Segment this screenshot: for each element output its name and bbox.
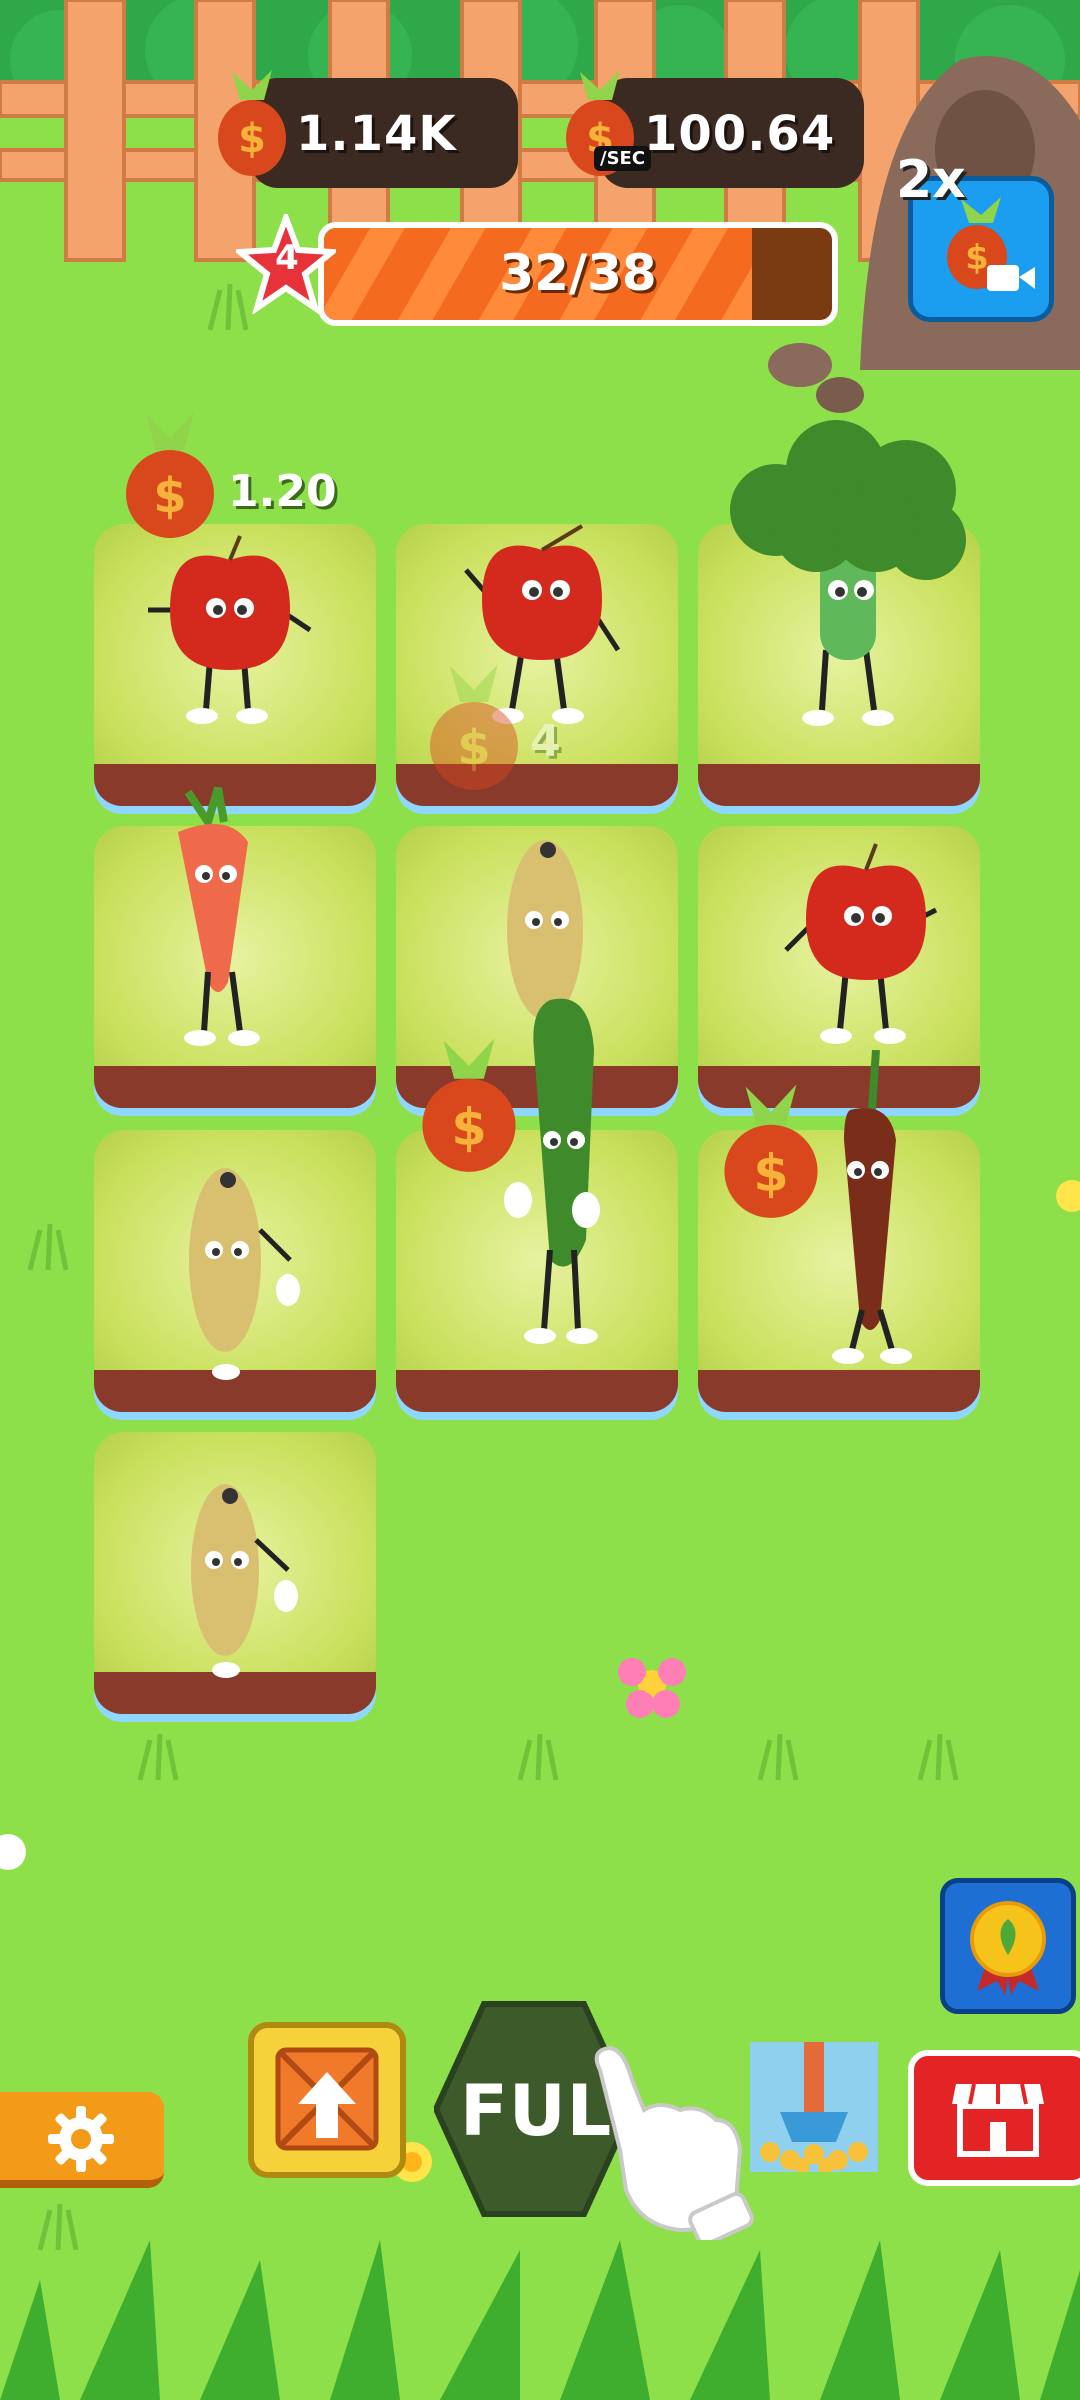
carrot-character[interactable] bbox=[148, 782, 278, 1052]
money-bag-icon: $ bbox=[724, 1084, 818, 1218]
apple-character[interactable] bbox=[140, 530, 320, 730]
ad-game-image-icon bbox=[750, 2042, 878, 2172]
level-progress-text: 32/38 bbox=[499, 244, 657, 302]
video-camera-icon bbox=[987, 265, 1035, 291]
crate-upgrade-icon bbox=[275, 2047, 379, 2151]
broccoli-character[interactable] bbox=[716, 420, 976, 740]
potato-character[interactable] bbox=[170, 1470, 300, 1690]
income-value: 100.64 bbox=[644, 106, 836, 162]
award-button[interactable] bbox=[940, 1878, 1076, 2014]
tutorial-hand-icon bbox=[594, 2045, 754, 2240]
sponsored-ad-thumbnail[interactable] bbox=[750, 2042, 878, 2172]
svg-text:$: $ bbox=[153, 468, 186, 524]
svg-text:$: $ bbox=[238, 116, 266, 162]
apple-character[interactable] bbox=[776, 830, 956, 1050]
money-bag-icon: $ bbox=[126, 412, 214, 538]
svg-text:$: $ bbox=[753, 1143, 788, 1202]
money-bag-icon: $ bbox=[218, 70, 286, 176]
coins-value: 1.14K bbox=[296, 106, 457, 162]
level-progress-bar: 32/38 bbox=[318, 222, 838, 326]
money-bag-icon: $ bbox=[422, 1038, 516, 1172]
award-icon bbox=[970, 1901, 1046, 1995]
level-number: 4 bbox=[275, 238, 299, 278]
potato-character[interactable] bbox=[170, 1150, 300, 1390]
boost-multiplier-label: 2x bbox=[896, 150, 966, 210]
money-bag-faded-icon: $ bbox=[430, 664, 518, 790]
settings-button[interactable] bbox=[0, 2092, 164, 2188]
earning-amount: 1.20 bbox=[228, 466, 337, 517]
income-unit: /SEC bbox=[594, 146, 652, 171]
shop-button[interactable] bbox=[908, 2050, 1080, 2186]
svg-text:$: $ bbox=[457, 720, 490, 776]
gear-icon bbox=[48, 2106, 114, 2172]
earning-amount-faded: 4 bbox=[530, 716, 561, 767]
shop-icon bbox=[952, 2083, 1044, 2157]
buy-crate-button[interactable] bbox=[248, 2022, 406, 2178]
svg-text:$: $ bbox=[451, 1097, 486, 1156]
